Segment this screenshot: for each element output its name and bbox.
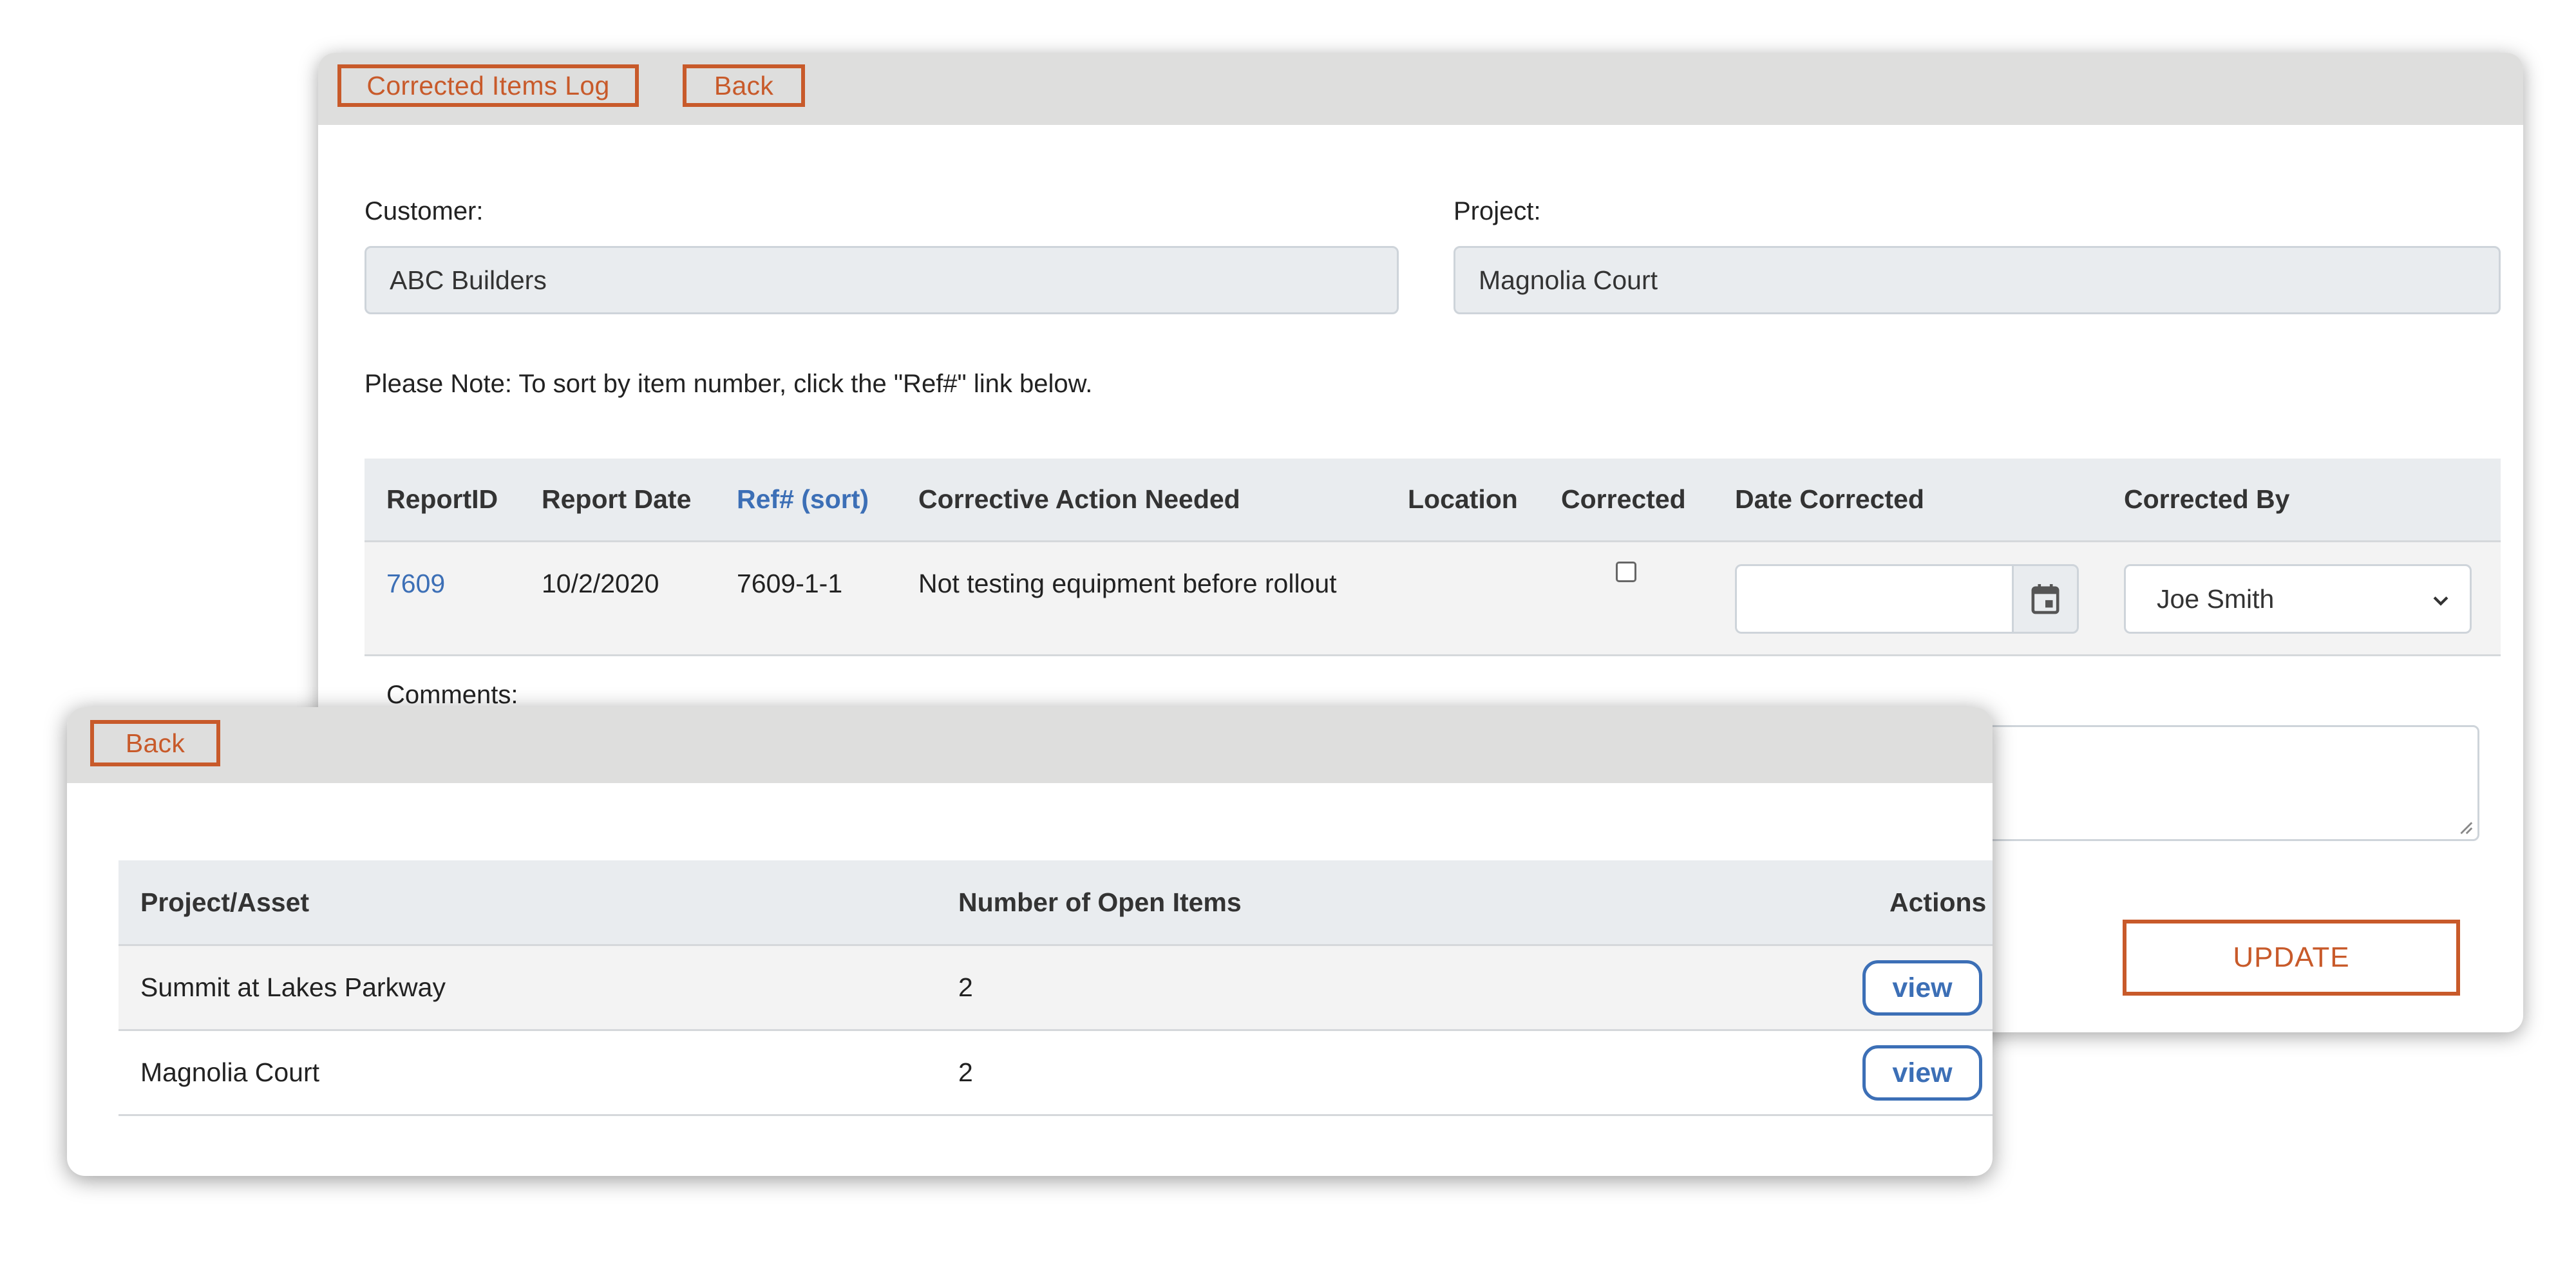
back-button[interactable]: Back	[683, 64, 805, 107]
th-ref-sort-link[interactable]: Ref# (sort)	[737, 459, 869, 540]
project-name: Magnolia Court	[140, 1057, 320, 1087]
open-items-by-project-panel: Back Project/Asset Number of Open Items …	[67, 707, 1993, 1176]
calendar-icon	[2031, 584, 2060, 614]
date-corrected-input[interactable]	[1735, 564, 2012, 634]
chevron-down-icon	[2433, 596, 2448, 606]
resize-handle-icon[interactable]	[2456, 817, 2474, 835]
view-button[interactable]: view	[1862, 960, 1982, 1016]
update-button[interactable]: UPDATE	[2123, 920, 2460, 996]
table-row: 7609 10/2/2020 7609-1-1 Not testing equi…	[365, 542, 2501, 656]
corrected-by-value: Joe Smith	[2157, 583, 2275, 614]
th-actions: Actions	[1889, 887, 1987, 917]
corrective-items-table-header: ReportID Report Date Ref# (sort) Correct…	[365, 459, 2501, 542]
corrected-checkbox[interactable]	[1616, 562, 1636, 582]
corrected-items-log-button[interactable]: Corrected Items Log	[337, 64, 639, 107]
ref-number: 7609-1-1	[737, 568, 843, 598]
corrective-action-text: Not testing equipment before rollout	[918, 568, 1337, 598]
th-corrected-by: Corrected By	[2124, 484, 2290, 514]
view-button[interactable]: view	[1862, 1045, 1982, 1101]
th-open-items: Number of Open Items	[958, 887, 1242, 917]
comments-label: Comments:	[386, 681, 518, 709]
th-corrective-action: Corrective Action Needed	[918, 484, 1240, 514]
sort-note: Please Note: To sort by item number, cli…	[365, 370, 1093, 398]
back-button[interactable]: Back	[90, 720, 220, 766]
date-picker-button[interactable]	[2012, 564, 2079, 634]
table-row: Magnolia Court 2 view	[118, 1031, 1993, 1116]
report-date: 10/2/2020	[542, 568, 659, 598]
th-project-asset: Project/Asset	[140, 887, 310, 917]
customer-field: ABC Builders	[365, 246, 1399, 314]
project-name: Summit at Lakes Parkway	[140, 972, 446, 1002]
customer-label: Customer:	[365, 197, 484, 225]
project-panel-toolbar: Back	[67, 707, 1993, 783]
project-field: Magnolia Court	[1454, 246, 2501, 314]
open-items-count: 2	[958, 1057, 973, 1087]
project-table-header: Project/Asset Number of Open Items Actio…	[118, 860, 1993, 946]
th-report-id: ReportID	[386, 484, 498, 514]
report-id-link[interactable]: 7609	[386, 542, 445, 625]
edit-panel-toolbar: Corrected Items Log Back	[318, 53, 2523, 125]
th-report-date: Report Date	[542, 484, 692, 514]
project-label: Project:	[1454, 197, 1541, 225]
table-row: Summit at Lakes Parkway 2 view	[118, 946, 1993, 1031]
th-corrected: Corrected	[1561, 484, 1686, 514]
corrected-by-select[interactable]: Joe Smith	[2124, 564, 2472, 634]
open-items-count: 2	[958, 972, 973, 1002]
th-date-corrected: Date Corrected	[1735, 484, 1924, 514]
th-location: Location	[1408, 484, 1518, 514]
